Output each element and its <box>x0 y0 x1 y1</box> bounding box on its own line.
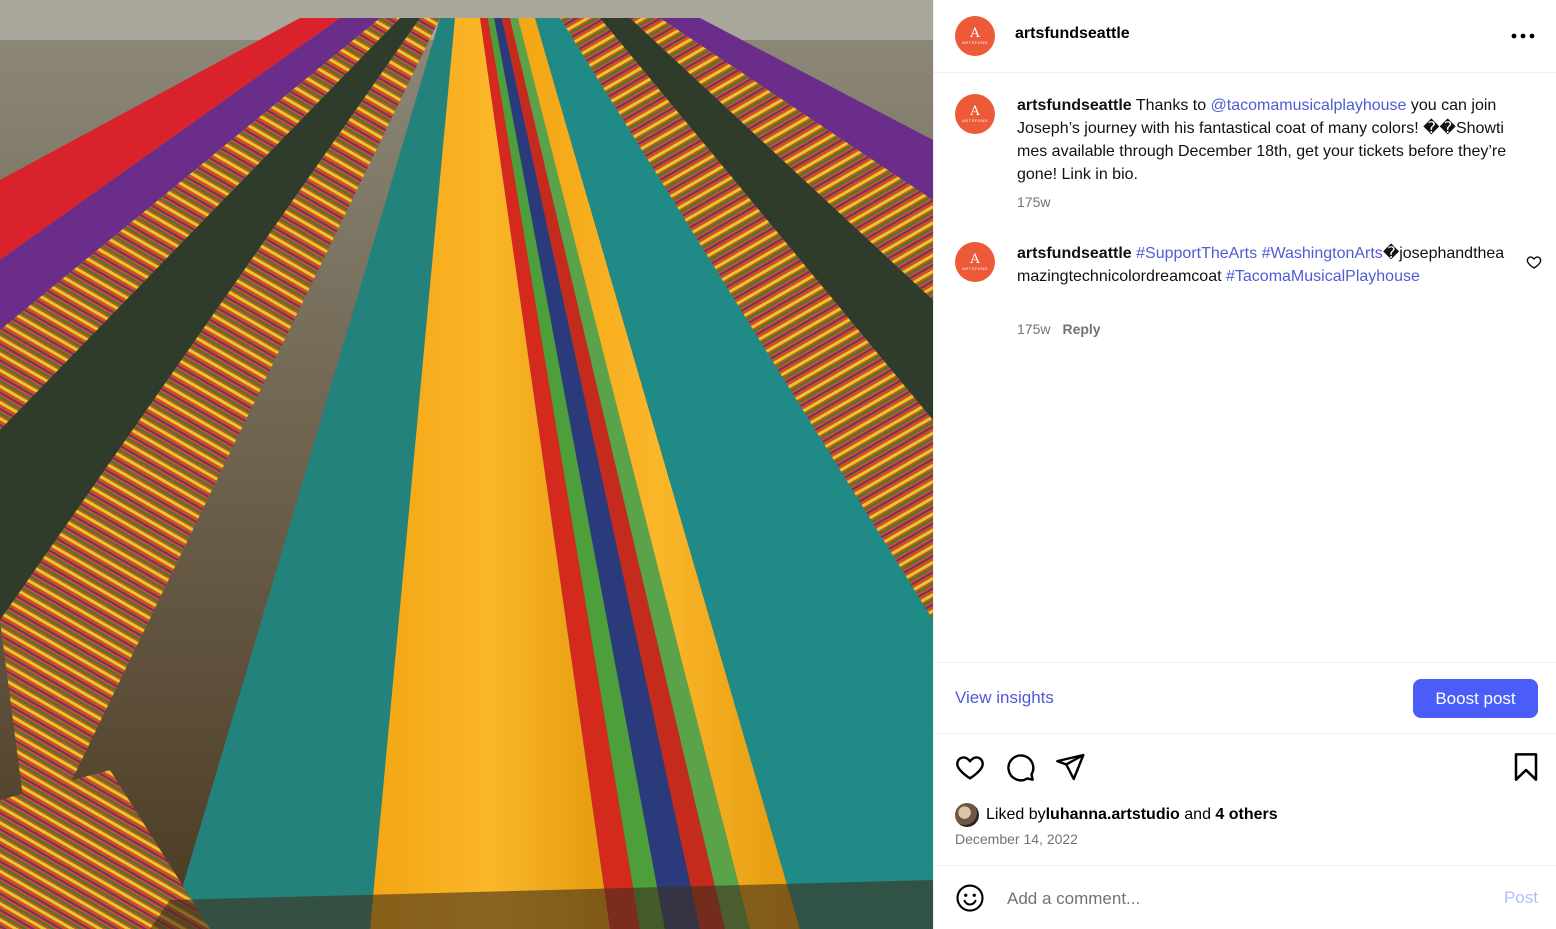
avatar-logo-glyph: A <box>970 25 980 41</box>
comment-like-heart-icon[interactable] <box>1526 254 1542 270</box>
likes-middle: and <box>1179 806 1216 823</box>
avatar-logo-glyph: A <box>970 103 980 119</box>
smiley-icon[interactable] <box>955 883 985 913</box>
avatar-wordmark: ARTSFUND <box>962 39 988 45</box>
insights-bar: View insights Boost post <box>934 662 1556 734</box>
caption-avatar[interactable]: A ARTSFUND <box>955 94 995 134</box>
caption-username[interactable]: artsfundseattle <box>1017 97 1132 114</box>
comment-username[interactable]: artsfundseattle <box>1017 245 1132 262</box>
caption-age: 175w <box>1017 194 1051 210</box>
post-image[interactable] <box>0 0 933 929</box>
caption-mention-link[interactable]: @tacomamusicalplayhouse <box>1211 97 1407 114</box>
comment-text: artsfundseattle #SupportTheArts #Washing… <box>1017 242 1507 288</box>
likes-summary: Liked by luhanna.artstudio and 4 others <box>955 803 1278 827</box>
reply-button[interactable]: Reply <box>1062 321 1100 337</box>
action-bar <box>934 734 1556 804</box>
view-insights-link[interactable]: View insights <box>955 688 1054 708</box>
add-comment-input[interactable] <box>1005 886 1479 912</box>
caption-text-before: Thanks to <box>1131 97 1211 114</box>
post-date[interactable]: December 14, 2022 <box>955 831 1078 847</box>
avatar-wordmark: ARTSFUND <box>962 265 988 271</box>
comment-bubble-icon[interactable] <box>1004 751 1036 783</box>
boost-post-button[interactable]: Boost post <box>1413 679 1538 718</box>
header-username[interactable]: artsfundseattle <box>1015 25 1130 43</box>
likes-others-link[interactable]: 4 others <box>1215 806 1277 824</box>
post-side-panel: A ARTSFUND artsfundseattle A ARTSFUND ar… <box>933 0 1556 929</box>
add-comment-bar: Post <box>934 865 1556 929</box>
bookmark-icon[interactable] <box>1510 751 1542 783</box>
avatar-logo-glyph: A <box>970 251 980 267</box>
hashtag-tacoma-musical-playhouse[interactable]: #TacomaMusicalPlayhouse <box>1226 268 1420 285</box>
paper-plane-icon[interactable] <box>1054 751 1086 783</box>
liker-avatar[interactable] <box>955 803 979 827</box>
hashtag-washington-arts[interactable]: #WashingtonArts <box>1262 245 1383 262</box>
avatar-wordmark: ARTSFUND <box>962 117 988 123</box>
heart-icon[interactable] <box>954 751 986 783</box>
liker-username[interactable]: luhanna.artstudio <box>1046 806 1180 824</box>
comment-avatar[interactable]: A ARTSFUND <box>955 242 995 282</box>
comment-meta: 175w Reply <box>1017 321 1101 337</box>
profile-avatar[interactable]: A ARTSFUND <box>955 16 995 56</box>
likes-prefix: Liked by <box>986 806 1046 823</box>
post-header: A ARTSFUND artsfundseattle <box>934 0 1556 73</box>
more-horizontal-icon[interactable] <box>1510 24 1536 48</box>
coat-photo <box>0 0 933 929</box>
hashtag-support-the-arts[interactable]: #SupportTheArts <box>1136 245 1257 262</box>
post-comment-button[interactable]: Post <box>1504 888 1538 908</box>
comment-age: 175w <box>1017 321 1051 337</box>
caption-text: artsfundseattle Thanks to @tacomamusical… <box>1017 94 1507 186</box>
